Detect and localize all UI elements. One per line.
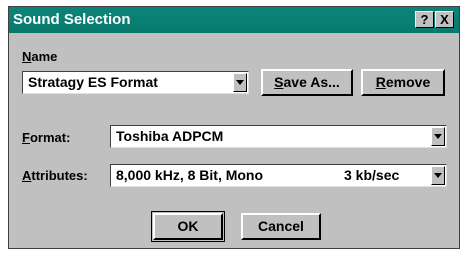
title-bar[interactable]: Sound Selection ? X xyxy=(9,7,459,33)
name-select[interactable]: Stratagy ES Format xyxy=(22,71,249,94)
attributes-dropdown-arrow-icon[interactable] xyxy=(431,166,445,185)
format-label: Format: xyxy=(22,130,71,145)
help-button[interactable]: ? xyxy=(415,11,434,28)
close-button[interactable]: X xyxy=(435,11,454,28)
sound-selection-dialog: Sound Selection ? X Name Stratagy ES For… xyxy=(8,6,460,249)
format-select[interactable]: Toshiba ADPCM xyxy=(110,125,447,148)
format-dropdown-arrow-icon[interactable] xyxy=(431,127,445,146)
ok-button[interactable]: OK xyxy=(153,213,223,240)
save-as-button[interactable]: Save As... xyxy=(261,69,353,96)
format-select-value: Toshiba ADPCM xyxy=(116,128,224,144)
name-dropdown-arrow-icon[interactable] xyxy=(233,73,247,92)
name-label: Name xyxy=(22,49,58,64)
name-select-value: Stratagy ES Format xyxy=(28,74,158,90)
remove-button[interactable]: Remove xyxy=(361,69,445,96)
cancel-button[interactable]: Cancel xyxy=(241,213,321,240)
attributes-label: Attributes: xyxy=(22,168,88,183)
window-title: Sound Selection xyxy=(13,11,131,28)
attributes-rate: 3 kb/sec xyxy=(344,167,400,183)
attributes-select-value: 8,000 kHz, 8 Bit, Mono xyxy=(116,167,264,183)
attributes-select[interactable]: 8,000 kHz, 8 Bit, Mono 3 kb/sec xyxy=(110,164,447,187)
